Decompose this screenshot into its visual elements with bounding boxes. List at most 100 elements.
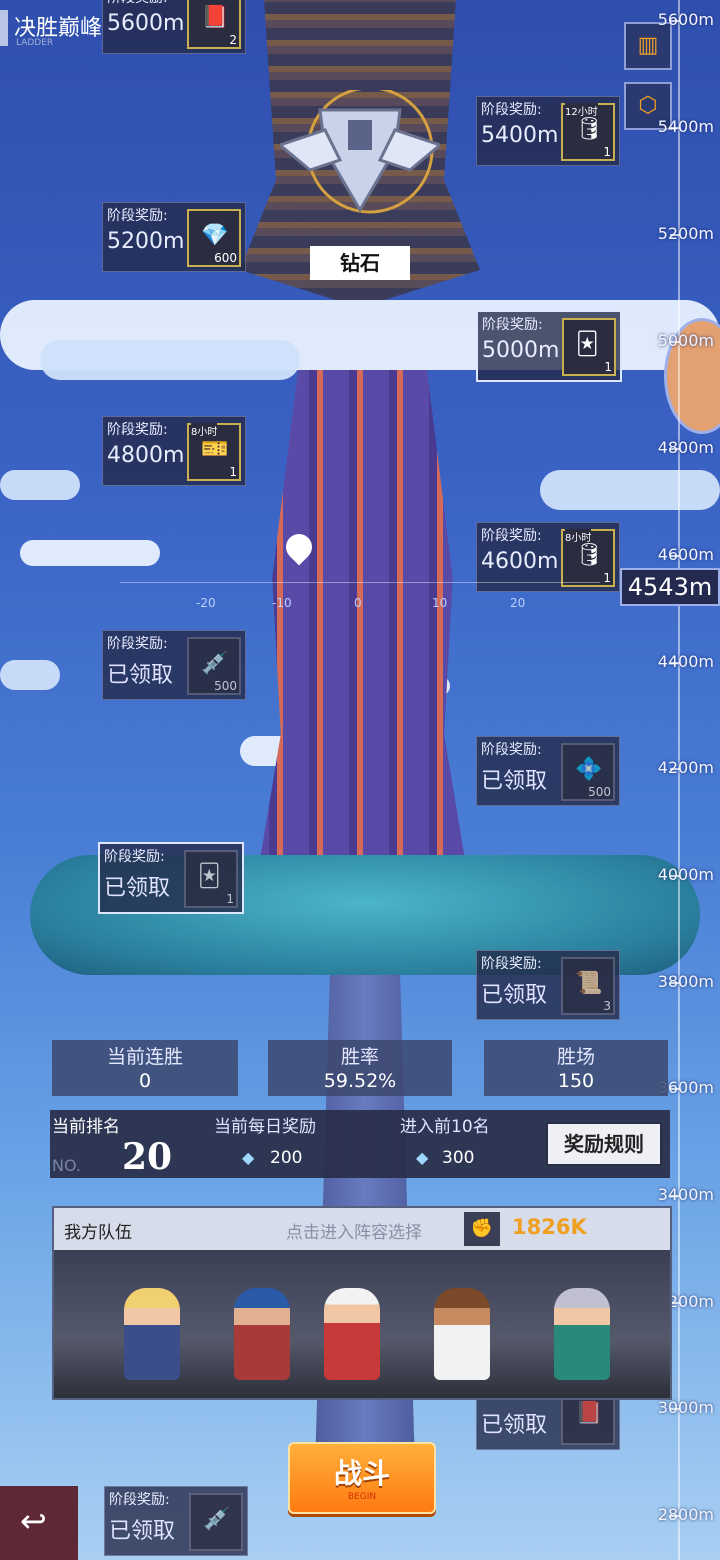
- current-distance: 4543m: [620, 568, 720, 606]
- reward-value: 已领取: [481, 769, 548, 794]
- reward-qty: 1: [229, 465, 237, 479]
- podium-icon: ▥: [637, 33, 659, 58]
- stage-reward-card[interactable]: 阶段奖励: 5200m 💎 600: [102, 202, 246, 272]
- page-subtitle: LADDER: [16, 38, 54, 48]
- rank-panel: 当前排名 NO. 20 当前每日奖励 ◆ 200 进入前10名 ◆ 300 奖励…: [50, 1110, 670, 1178]
- reward-title: 阶段奖励:: [107, 208, 168, 224]
- winrate-label: 胜率: [340, 1046, 379, 1068]
- winrate-stat: 胜率 59.52%: [268, 1040, 452, 1096]
- reward-item[interactable]: 💎 600: [187, 209, 241, 267]
- reward-qty: 1: [604, 360, 612, 374]
- altitude-tick: [670, 341, 680, 343]
- reward-value: 5600m: [107, 11, 185, 36]
- reward-qty: 3: [603, 999, 611, 1013]
- reward-title: 阶段奖励:: [107, 636, 168, 652]
- reward-item[interactable]: 📜 3: [561, 957, 615, 1015]
- hero-2[interactable]: [234, 1288, 290, 1380]
- hero-4[interactable]: [434, 1288, 490, 1380]
- card-icon: 🃏: [576, 332, 599, 357]
- reward-item[interactable]: 🃏 1: [562, 318, 616, 376]
- altitude-tick: [670, 1515, 680, 1517]
- reward-item[interactable]: 8小时 🛢 1: [561, 529, 615, 587]
- gem-icon: ◆: [242, 1148, 255, 1167]
- reward-title: 阶段奖励:: [107, 0, 168, 7]
- team-label: 我方队伍: [64, 1223, 132, 1243]
- hero-5[interactable]: [554, 1288, 610, 1380]
- altitude-tick: [670, 555, 680, 557]
- stage-reward-card[interactable]: 阶段奖励:5600m📕2: [102, 0, 246, 54]
- emblem-icon: ⬡: [638, 93, 658, 118]
- reward-item[interactable]: 💉 500: [187, 637, 241, 695]
- tower: [255, 370, 470, 890]
- reward-item[interactable]: 💠 500: [561, 743, 615, 801]
- back-button[interactable]: ↩: [0, 1486, 78, 1560]
- offset-tick-label: 20: [510, 596, 526, 610]
- altitude-tick: [670, 1195, 680, 1197]
- hero-3[interactable]: [324, 1288, 380, 1380]
- stage-reward-card[interactable]: 阶段奖励: 已领取 💠 500: [476, 736, 620, 806]
- syringe-icon: 💉: [203, 1507, 231, 1532]
- reward-item[interactable]: 💉: [189, 1493, 243, 1551]
- daily-reward-value: 200: [270, 1148, 303, 1168]
- team-header: 我方队伍 点击进入阵容选择 ✊ 1826K: [54, 1208, 670, 1250]
- reward-qty: 500: [214, 679, 237, 693]
- cloud: [40, 340, 300, 380]
- reward-title: 阶段奖励:: [109, 1492, 170, 1508]
- altitude-tick: [670, 1408, 680, 1410]
- top10-value: 300: [442, 1148, 475, 1168]
- stage-reward-card[interactable]: 阶段奖励: 已领取 💉: [104, 1486, 248, 1556]
- streak-value: 0: [138, 1070, 152, 1092]
- syringe-icon: 💉: [201, 651, 229, 676]
- reward-value: 已领取: [481, 983, 548, 1008]
- streak-stat: 当前连胜 0: [52, 1040, 238, 1096]
- team-panel[interactable]: 我方队伍 点击进入阵容选择 ✊ 1826K: [52, 1206, 672, 1400]
- rank-label: 当前排名: [52, 1117, 120, 1137]
- stage-reward-card[interactable]: 阶段奖励: 已领取 🃏 1: [98, 842, 244, 914]
- reward-value: 已领取: [481, 1413, 548, 1438]
- altitude-label: 4600m: [657, 545, 714, 564]
- altitude-label: 3400m: [657, 1185, 714, 1204]
- gem-icon: ◆: [416, 1148, 429, 1167]
- reward-duration-tag: 8小时: [191, 423, 218, 438]
- reward-duration-tag: 8小时: [565, 529, 592, 544]
- stage-reward-card[interactable]: 阶段奖励: 已领取 📜 3: [476, 950, 620, 1020]
- rank-prefix: NO.: [52, 1156, 81, 1175]
- hero-1[interactable]: [124, 1288, 180, 1380]
- altitude-label: 5200m: [657, 224, 714, 243]
- cloud: [20, 540, 160, 566]
- offset-tick-label: 10: [432, 596, 448, 610]
- reward-item[interactable]: 12小时 🛢 1: [561, 103, 615, 161]
- winrate-value: 59.52%: [323, 1070, 397, 1092]
- fight-button[interactable]: 战斗 BEGIN: [288, 1442, 436, 1514]
- reward-item[interactable]: 📕 2: [187, 0, 241, 49]
- stage-reward-card[interactable]: 阶段奖励: 已领取 💉 500: [102, 630, 246, 700]
- back-arrow-icon: ↩: [20, 1502, 47, 1540]
- reward-value: 已领取: [109, 1519, 176, 1544]
- book-icon: 📕: [201, 5, 229, 30]
- top10-label: 进入前10名: [400, 1117, 490, 1137]
- reward-item[interactable]: 8小时 🎫 1: [187, 423, 241, 481]
- stage-reward-card[interactable]: 阶段奖励: 4800m 8小时 🎫 1: [102, 416, 246, 486]
- stage-reward-card[interactable]: 阶段奖励: 5000m 🃏 1: [476, 310, 622, 382]
- altitude-tick: [670, 662, 680, 664]
- reward-qty: 2: [229, 33, 237, 47]
- wins-label: 胜场: [556, 1046, 595, 1068]
- altitude-tick: [670, 448, 680, 450]
- reward-rules-button[interactable]: 奖励规则: [546, 1122, 662, 1166]
- reward-value: 4800m: [107, 443, 185, 468]
- fight-label: 战斗: [333, 1457, 390, 1490]
- reward-value: 已领取: [104, 876, 171, 901]
- reward-title: 阶段奖励:: [482, 317, 543, 333]
- scroll-icon: 📜: [575, 971, 603, 996]
- altitude-label: 4400m: [657, 652, 714, 671]
- stage-reward-card[interactable]: 阶段奖励: 5400m 12小时 🛢 1: [476, 96, 620, 166]
- ticket-icon: 🎫: [201, 437, 229, 462]
- cloud: [0, 660, 60, 690]
- reward-duration-tag: 12小时: [565, 103, 598, 118]
- tier-label: 钻石: [310, 246, 410, 280]
- leaderboard-button[interactable]: ▥: [624, 22, 672, 70]
- book-icon: 📕: [575, 1401, 603, 1426]
- reward-title: 阶段奖励:: [481, 102, 542, 118]
- diamond-tier-emblem: [280, 90, 440, 214]
- reward-item[interactable]: 🃏 1: [184, 850, 238, 908]
